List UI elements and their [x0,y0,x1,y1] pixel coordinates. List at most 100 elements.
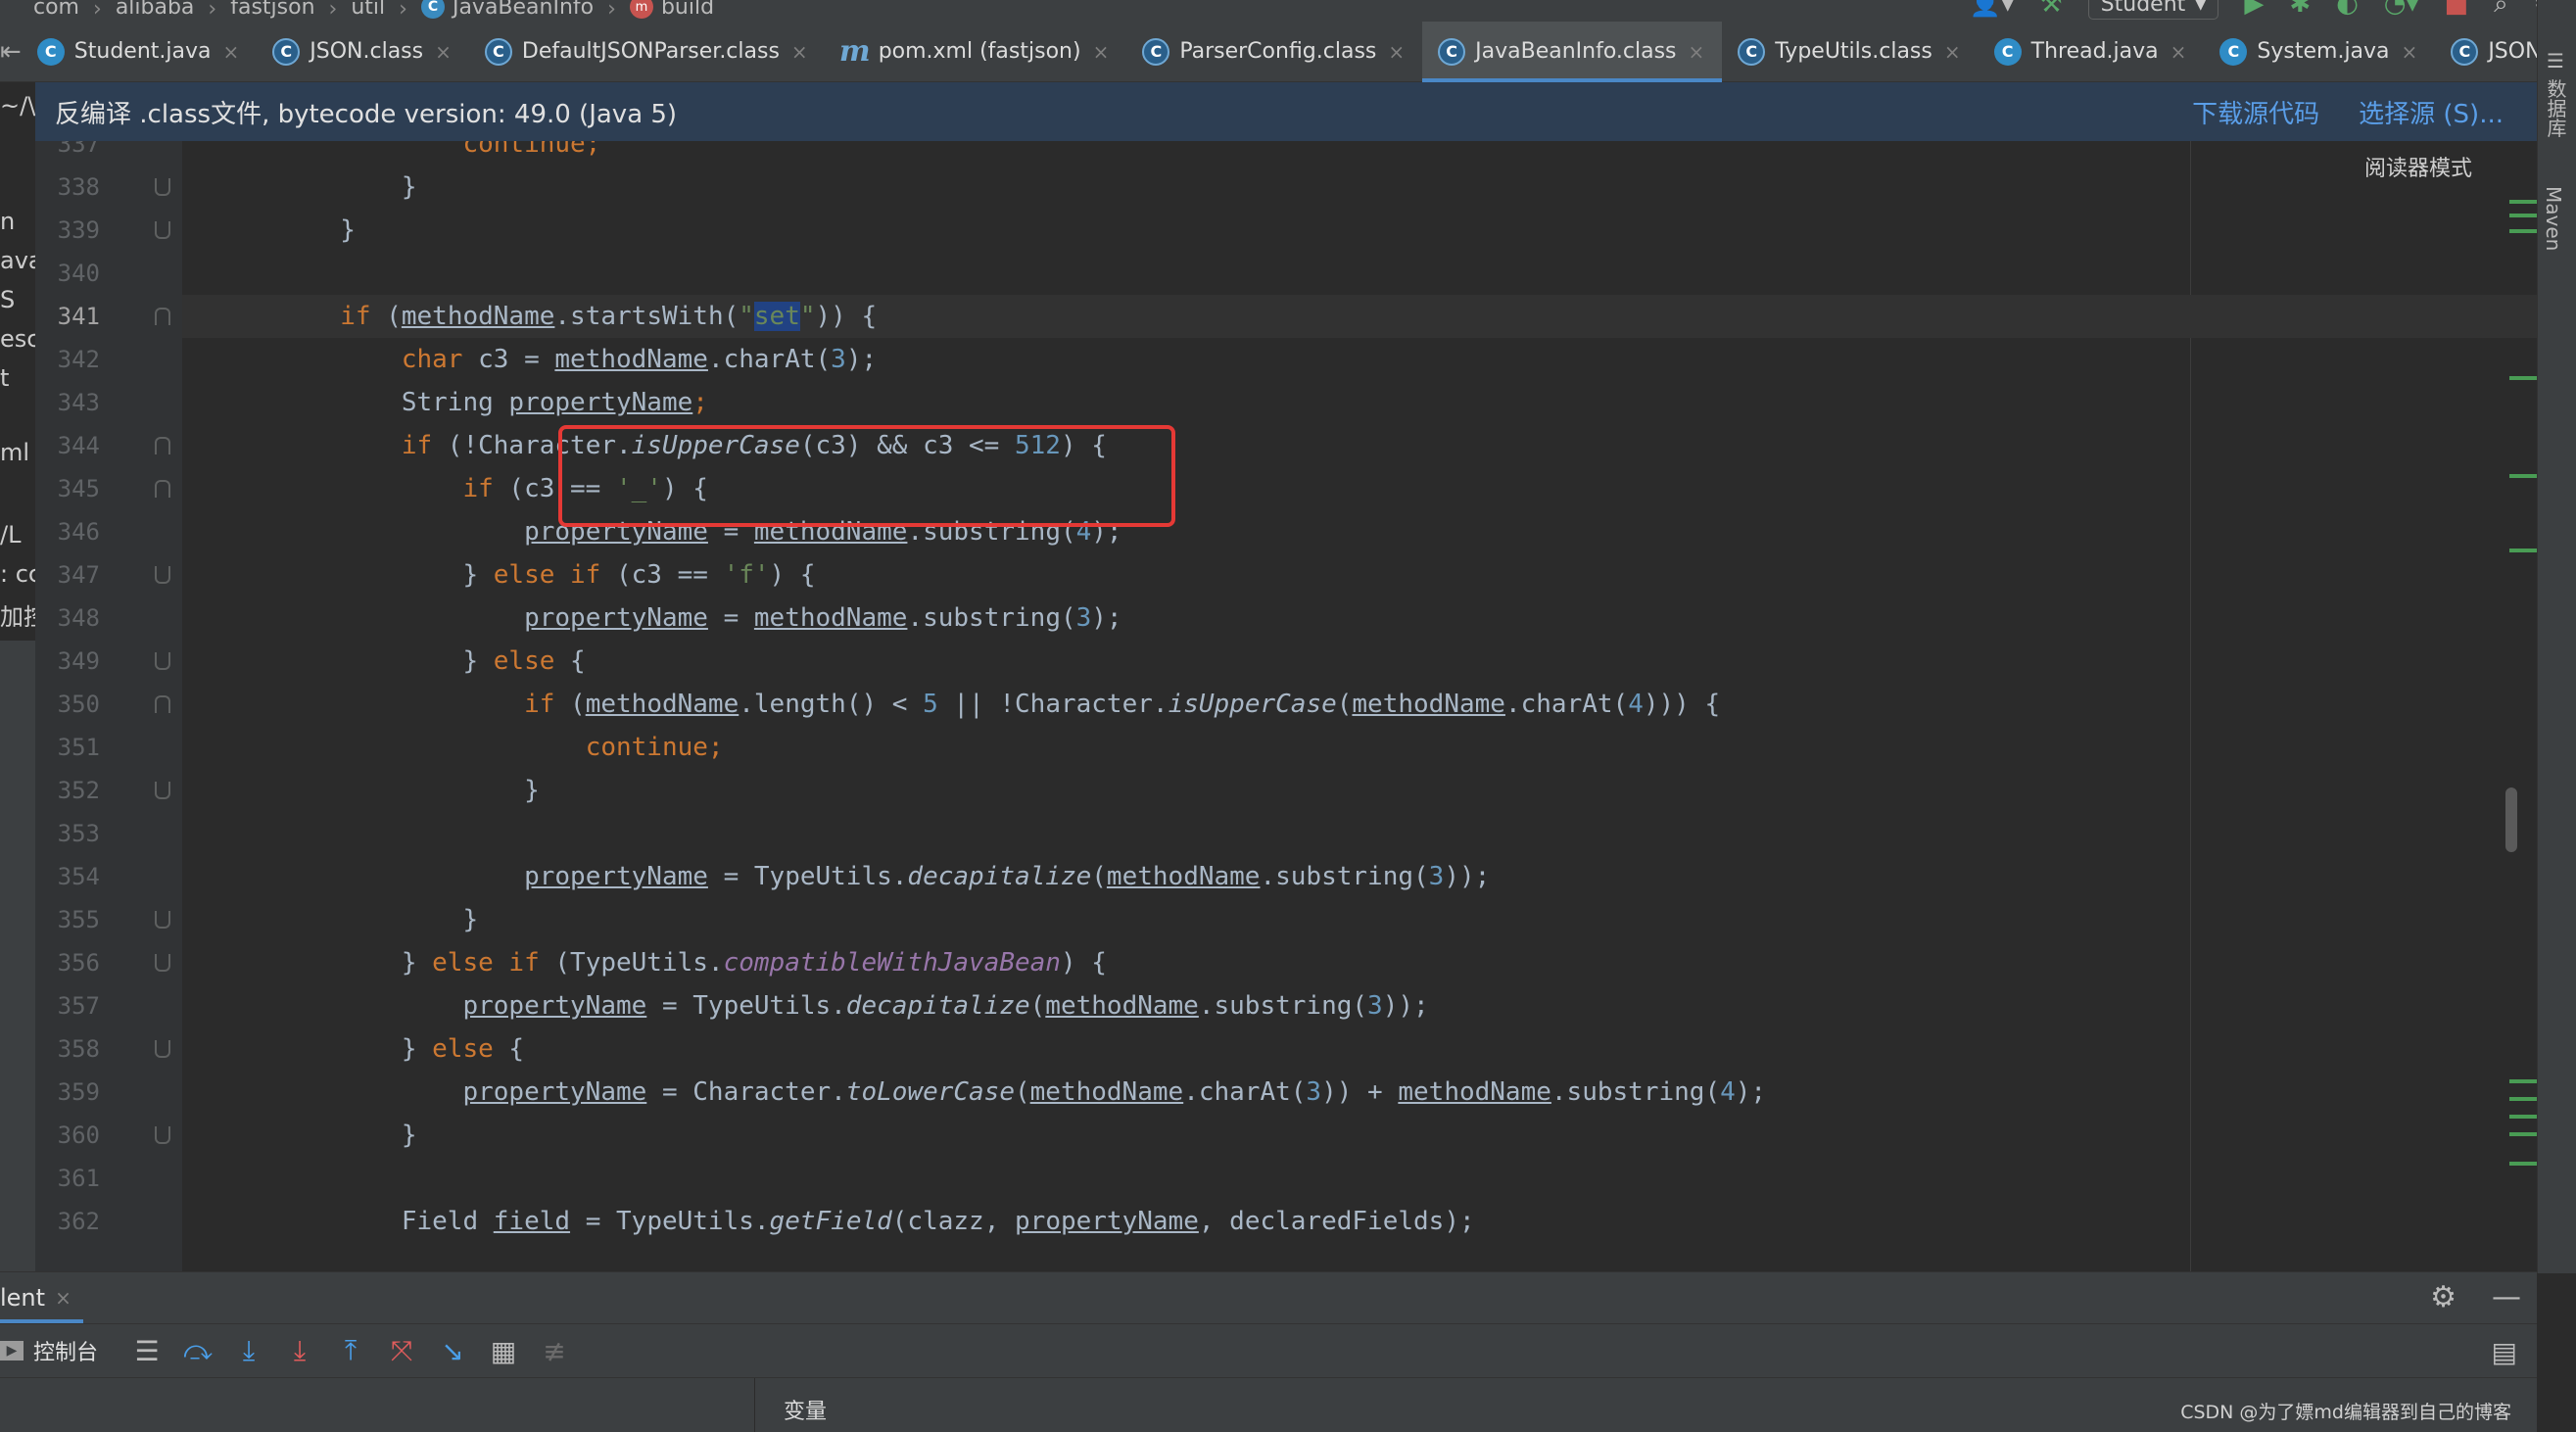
tree-fragment[interactable]: 加控 [0,597,35,632]
fold-toggle-icon[interactable] [155,308,170,325]
force-step-into-icon[interactable]: ⤓ [274,1323,325,1378]
gear-icon[interactable]: ⚙ [2430,1280,2457,1314]
line-number[interactable]: 349 [39,640,100,683]
close-icon[interactable]: × [1944,40,1961,64]
code-line[interactable]: if (methodName .startsWith(" set ")) { [182,295,2537,338]
fold-toggle-icon[interactable] [155,178,170,196]
tree-fragment[interactable]: n [0,208,15,235]
tab-parserconfig-class[interactable]: C ParserConfig.class × [1126,22,1422,82]
code-line[interactable]: } else if (TypeUtils. compatibleWithJavaB… [182,941,2537,984]
choose-source-link[interactable]: 选择源 (S)... [2359,94,2504,130]
code-line[interactable]: String propertyName; [182,381,2537,424]
fold-toggle-icon[interactable] [155,954,170,972]
tab-defaultjsonparser-class[interactable]: C DefaultJSONParser.class × [469,22,826,82]
code-line[interactable]: } [182,166,2537,209]
drop-frame-icon[interactable]: ⤧ [376,1323,427,1378]
breadcrumb-item[interactable]: C JavaBeanInfo [420,0,594,22]
breadcrumb-item[interactable]: com [33,0,79,22]
tab-pom-xml[interactable]: m pom.xml (fastjson) × [826,22,1127,82]
code-line[interactable]: } [182,209,2537,252]
maven-tool-button[interactable]: Maven [2542,186,2565,251]
close-icon[interactable]: × [2171,40,2187,64]
fold-toggle-icon[interactable] [155,652,170,670]
code-line[interactable]: if (methodName .length() < 5 || !Characte… [182,683,2537,726]
vertical-scrollbar[interactable] [2505,788,2517,852]
step-into-icon[interactable]: ⤓ [223,1323,274,1378]
line-number[interactable]: 341 [39,295,100,338]
fold-toggle-icon[interactable] [155,1040,170,1058]
line-number[interactable]: 356 [39,941,100,984]
profile-icon[interactable]: ◔▾ [2384,0,2419,19]
debug-session-tab[interactable]: lent × [0,1272,83,1323]
line-number[interactable]: 337 [39,141,100,166]
fold-toggle-icon[interactable] [155,695,170,713]
minimize-icon[interactable]: — [2492,1280,2521,1314]
breadcrumb-item[interactable]: fastjson [230,0,314,22]
line-number[interactable]: 362 [39,1200,100,1243]
line-number[interactable]: 350 [39,683,100,726]
line-number[interactable]: 357 [39,984,100,1027]
line-number[interactable]: 343 [39,381,100,424]
code-line[interactable]: } else if (c3 == 'f') { [182,553,2537,597]
tree-fragment[interactable]: ml [0,439,29,466]
search-icon[interactable]: ⌕ [2494,0,2508,20]
database-tool-button[interactable]: ☰ 数据库 [2542,49,2570,137]
evaluate-expression-icon[interactable]: ▦ [478,1323,529,1378]
close-icon[interactable]: × [2402,40,2418,64]
tab-thread-java[interactable]: C Thread.java × [1979,22,2205,82]
tree-fragment[interactable]: esc [0,325,35,353]
code-line[interactable]: } [182,898,2537,941]
tab-list-icon[interactable]: ⇤ [0,22,22,82]
tree-fragment[interactable]: : cc [0,560,35,588]
console-tab[interactable]: ▶ 控制台 [0,1335,98,1366]
code-line[interactable]: continue; [182,726,2537,769]
code-line[interactable]: continue; [182,141,2537,166]
line-number[interactable]: 340 [39,252,100,295]
code-line[interactable] [182,252,2537,295]
trace-stream-icon[interactable]: ≢ [529,1323,580,1378]
code-line[interactable]: } [182,1114,2537,1157]
code-line[interactable]: } else { [182,1027,2537,1071]
run-to-cursor-icon[interactable]: ↘ [427,1323,478,1378]
line-number[interactable]: 342 [39,338,100,381]
line-number[interactable]: 352 [39,769,100,812]
hammer-icon[interactable]: ⚒ [2039,0,2062,19]
download-source-link[interactable]: 下载源代码 [2192,94,2319,130]
coverage-icon[interactable]: ◐ [2336,0,2359,19]
tab-system-java[interactable]: C System.java × [2204,22,2435,82]
code-line[interactable] [182,812,2537,855]
line-number[interactable]: 358 [39,1027,100,1071]
code-editor[interactable]: 337 338 339 340 341 342 343 344 345 346 347 348 349 3… [35,141,2537,1271]
tree-fragment[interactable]: ava [0,247,35,274]
reader-mode-toggle[interactable]: 阅读器模式 [2364,151,2472,182]
fold-toggle-icon[interactable] [155,221,170,239]
line-number[interactable]: 354 [39,855,100,898]
line-number[interactable]: 345 [39,467,100,510]
layout-settings-icon[interactable]: ▤ [2492,1336,2517,1368]
code-area[interactable]: continue; } } if (methodName .startsWith(… [182,141,2537,1271]
tree-fragment[interactable]: /L [0,521,21,549]
code-line[interactable]: Field field = TypeUtils. getField (clazz, … [182,1200,2537,1243]
code-line[interactable]: if (c3 == '_') { [182,467,2537,510]
fold-toggle-icon[interactable] [155,437,170,454]
breadcrumb-item[interactable]: util [351,0,385,22]
line-number[interactable]: 347 [39,553,100,597]
code-line[interactable]: char c3 = methodName .charAt(3); [182,338,2537,381]
step-out-icon[interactable]: ⤒ [325,1323,376,1378]
tree-fragment[interactable]: t [0,364,9,392]
fold-toggle-icon[interactable] [155,480,170,498]
line-number[interactable]: 351 [39,726,100,769]
close-icon[interactable]: × [1093,40,1110,64]
line-number[interactable]: 338 [39,166,100,209]
fold-toggle-icon[interactable] [155,566,170,584]
code-line[interactable]: } [182,769,2537,812]
line-number[interactable]: 359 [39,1071,100,1114]
code-line[interactable]: propertyName = TypeUtils. decapitalize(me… [182,984,2537,1027]
code-line[interactable]: propertyName = TypeUtils. decapitalize(me… [182,855,2537,898]
close-icon[interactable]: × [223,40,240,64]
line-number[interactable]: 344 [39,424,100,467]
debug-icon[interactable]: ✱ [2289,0,2311,19]
line-number[interactable]: 360 [39,1114,100,1157]
code-line[interactable] [182,1157,2537,1200]
step-over-icon[interactable]: ⤼ [172,1323,223,1378]
